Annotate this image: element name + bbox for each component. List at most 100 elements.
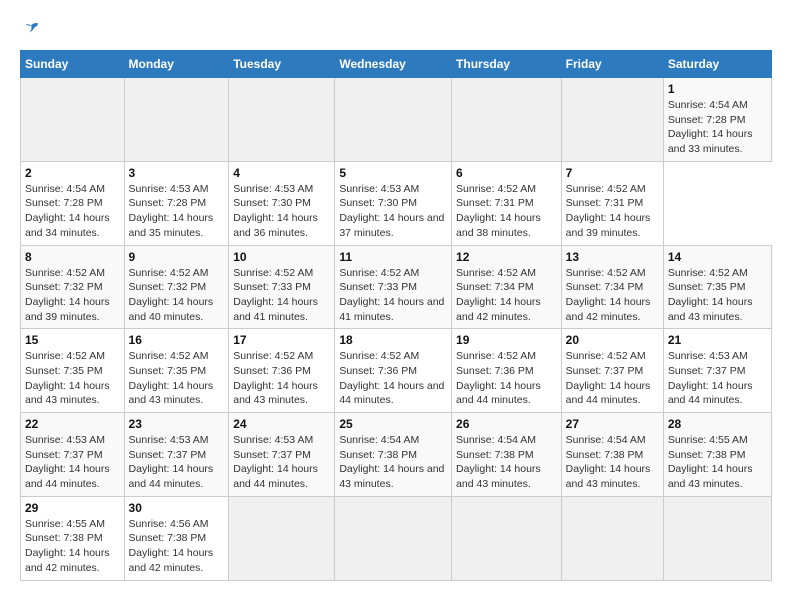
header-monday: Monday (124, 51, 229, 78)
day-number: 13 (566, 250, 659, 264)
calendar-cell (561, 78, 663, 162)
calendar-cell: 2 Sunrise: 4:54 AMSunset: 7:28 PMDaylight… (21, 161, 125, 245)
header-tuesday: Tuesday (229, 51, 335, 78)
calendar-cell: 8 Sunrise: 4:52 AMSunset: 7:32 PMDaylight… (21, 245, 125, 329)
calendar-cell: 15 Sunrise: 4:52 AMSunset: 7:35 PMDayligh… (21, 329, 125, 413)
calendar-cell (335, 78, 452, 162)
calendar-cell: 22 Sunrise: 4:53 AMSunset: 7:37 PMDayligh… (21, 413, 125, 497)
day-number: 1 (668, 82, 767, 96)
day-info: Sunrise: 4:52 AMSunset: 7:35 PMDaylight:… (129, 349, 225, 408)
header-sunday: Sunday (21, 51, 125, 78)
calendar-cell: 9Sunrise: 4:52 AMSunset: 7:32 PMDaylight… (124, 245, 229, 329)
day-info: Sunrise: 4:52 AMSunset: 7:31 PMDaylight:… (456, 182, 557, 241)
day-info: Sunrise: 4:53 AMSunset: 7:37 PMDaylight:… (233, 433, 330, 492)
day-info: Sunrise: 4:54 AMSunset: 7:38 PMDaylight:… (339, 433, 447, 492)
calendar-cell: 24 Sunrise: 4:53 AMSunset: 7:37 PMDayligh… (229, 413, 335, 497)
calendar-table: SundayMondayTuesdayWednesdayThursdayFrid… (20, 50, 772, 581)
calendar-cell: 23Sunrise: 4:53 AMSunset: 7:37 PMDayligh… (124, 413, 229, 497)
day-info: Sunrise: 4:52 AMSunset: 7:31 PMDaylight:… (566, 182, 659, 241)
day-number: 21 (668, 333, 767, 347)
calendar-cell: 6 Sunrise: 4:52 AMSunset: 7:31 PMDaylight… (452, 161, 562, 245)
calendar-cell (335, 496, 452, 580)
calendar-cell: 10Sunrise: 4:52 AMSunset: 7:33 PMDayligh… (229, 245, 335, 329)
calendar-cell: 5 Sunrise: 4:53 AMSunset: 7:30 PMDaylight… (335, 161, 452, 245)
day-number: 11 (339, 250, 447, 264)
day-info: Sunrise: 4:52 AMSunset: 7:34 PMDaylight:… (566, 266, 659, 325)
calendar-cell: 7Sunrise: 4:52 AMSunset: 7:31 PMDaylight… (561, 161, 663, 245)
day-info: Sunrise: 4:54 AMSunset: 7:38 PMDaylight:… (456, 433, 557, 492)
day-number: 5 (339, 166, 447, 180)
calendar-cell (229, 496, 335, 580)
logo-bird-icon (22, 20, 40, 38)
day-number: 15 (25, 333, 120, 347)
day-info: Sunrise: 4:54 AMSunset: 7:28 PMDaylight:… (25, 182, 120, 241)
header-friday: Friday (561, 51, 663, 78)
calendar-cell: 20 Sunrise: 4:52 AMSunset: 7:37 PMDayligh… (561, 329, 663, 413)
day-number: 26 (456, 417, 557, 431)
day-info: Sunrise: 4:52 AMSunset: 7:36 PMDaylight:… (339, 349, 447, 408)
page-header (20, 20, 772, 34)
day-number: 19 (456, 333, 557, 347)
calendar-cell (124, 78, 229, 162)
calendar-cell: 3 Sunrise: 4:53 AMSunset: 7:28 PMDaylight… (124, 161, 229, 245)
day-number: 28 (668, 417, 767, 431)
calendar-cell: 14 Sunrise: 4:52 AMSunset: 7:35 PMDayligh… (663, 245, 771, 329)
calendar-cell: 26 Sunrise: 4:54 AMSunset: 7:38 PMDayligh… (452, 413, 562, 497)
day-number: 14 (668, 250, 767, 264)
day-info: Sunrise: 4:52 AMSunset: 7:32 PMDaylight:… (25, 266, 120, 325)
day-number: 2 (25, 166, 120, 180)
calendar-week-0: 1Sunrise: 4:54 AMSunset: 7:28 PMDaylight… (21, 78, 772, 162)
calendar-cell: 11 Sunrise: 4:52 AMSunset: 7:33 PMDayligh… (335, 245, 452, 329)
day-number: 16 (129, 333, 225, 347)
day-number: 17 (233, 333, 330, 347)
day-info: Sunrise: 4:53 AMSunset: 7:30 PMDaylight:… (233, 182, 330, 241)
calendar-cell: 16 Sunrise: 4:52 AMSunset: 7:35 PMDayligh… (124, 329, 229, 413)
day-number: 6 (456, 166, 557, 180)
day-number: 8 (25, 250, 120, 264)
day-info: Sunrise: 4:53 AMSunset: 7:30 PMDaylight:… (339, 182, 447, 241)
day-number: 25 (339, 417, 447, 431)
day-info: Sunrise: 4:53 AMSunset: 7:37 PMDaylight:… (25, 433, 120, 492)
calendar-cell (452, 496, 562, 580)
header-thursday: Thursday (452, 51, 562, 78)
calendar-cell (561, 496, 663, 580)
day-info: Sunrise: 4:52 AMSunset: 7:33 PMDaylight:… (339, 266, 447, 325)
day-info: Sunrise: 4:52 AMSunset: 7:34 PMDaylight:… (456, 266, 557, 325)
day-number: 18 (339, 333, 447, 347)
calendar-cell: 27 Sunrise: 4:54 AMSunset: 7:38 PMDayligh… (561, 413, 663, 497)
calendar-cell (663, 496, 771, 580)
calendar-cell (21, 78, 125, 162)
day-number: 3 (129, 166, 225, 180)
calendar-week-5: 29 Sunrise: 4:55 AMSunset: 7:38 PMDayligh… (21, 496, 772, 580)
calendar-cell (229, 78, 335, 162)
day-info: Sunrise: 4:53 AMSunset: 7:28 PMDaylight:… (129, 182, 225, 241)
day-info: Sunrise: 4:56 AMSunset: 7:38 PMDaylight:… (129, 517, 225, 576)
day-info: Sunrise: 4:54 AMSunset: 7:38 PMDaylight:… (566, 433, 659, 492)
calendar-cell: 19Sunrise: 4:52 AMSunset: 7:36 PMDayligh… (452, 329, 562, 413)
day-info: Sunrise: 4:53 AMSunset: 7:37 PMDaylight:… (668, 349, 767, 408)
day-info: Sunrise: 4:52 AMSunset: 7:35 PMDaylight:… (668, 266, 767, 325)
calendar-body: 1 Sunrise: 4:54 AMSunset: 7:28 PMDaylight… (21, 78, 772, 581)
calendar-week-3: 15 Sunrise: 4:52 AMSunset: 7:35 PMDayligh… (21, 329, 772, 413)
day-number: 29 (25, 501, 120, 515)
calendar-cell: 4Sunrise: 4:53 AMSunset: 7:30 PMDaylight… (229, 161, 335, 245)
day-number: 12 (456, 250, 557, 264)
day-info: Sunrise: 4:55 AMSunset: 7:38 PMDaylight:… (25, 517, 120, 576)
day-number: 27 (566, 417, 659, 431)
day-number: 24 (233, 417, 330, 431)
day-number: 20 (566, 333, 659, 347)
calendar-header-row: SundayMondayTuesdayWednesdayThursdayFrid… (21, 51, 772, 78)
calendar-cell: 28Sunrise: 4:55 AMSunset: 7:38 PMDayligh… (663, 413, 771, 497)
header-wednesday: Wednesday (335, 51, 452, 78)
day-info: Sunrise: 4:52 AMSunset: 7:33 PMDaylight:… (233, 266, 330, 325)
day-info: Sunrise: 4:52 AMSunset: 7:37 PMDaylight:… (566, 349, 659, 408)
logo (20, 20, 40, 34)
calendar-cell: 21 Sunrise: 4:53 AMSunset: 7:37 PMDayligh… (663, 329, 771, 413)
calendar-cell: 30Sunrise: 4:56 AMSunset: 7:38 PMDayligh… (124, 496, 229, 580)
day-number: 22 (25, 417, 120, 431)
calendar-cell: 1Sunrise: 4:54 AMSunset: 7:28 PMDaylight… (663, 78, 771, 162)
day-info: Sunrise: 4:52 AMSunset: 7:35 PMDaylight:… (25, 349, 120, 408)
day-info: Sunrise: 4:52 AMSunset: 7:32 PMDaylight:… (129, 266, 225, 325)
calendar-cell: 25 Sunrise: 4:54 AMSunset: 7:38 PMDayligh… (335, 413, 452, 497)
calendar-cell: 17Sunrise: 4:52 AMSunset: 7:36 PMDayligh… (229, 329, 335, 413)
